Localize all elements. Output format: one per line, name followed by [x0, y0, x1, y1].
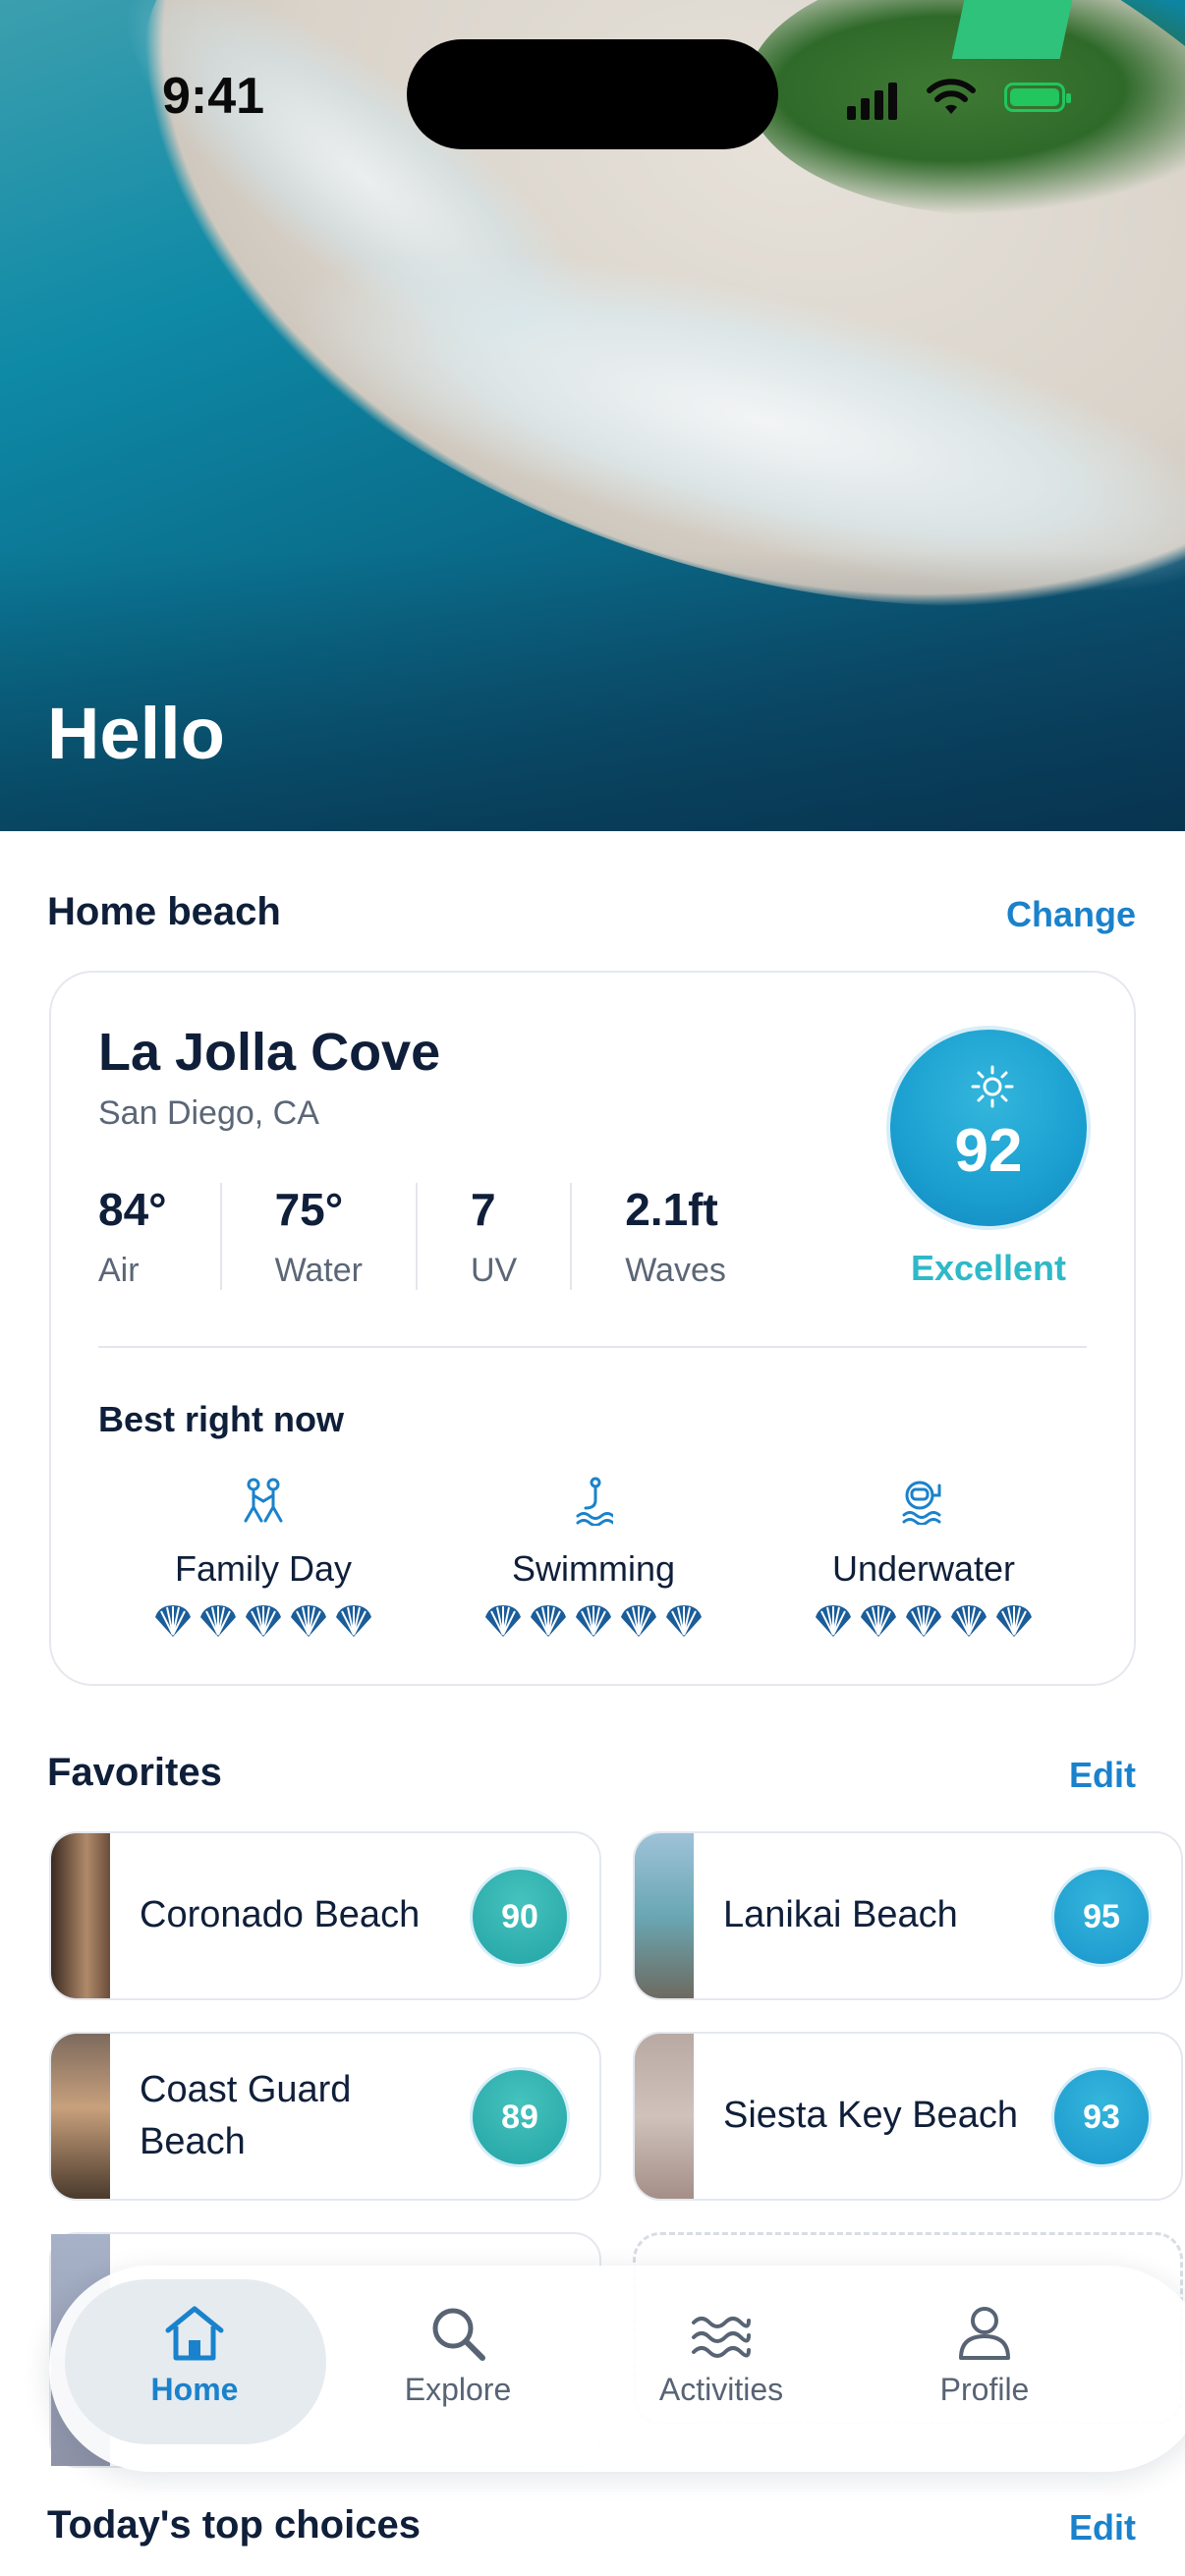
shell-icon [198, 1603, 238, 1644]
greeting: Hello [47, 693, 225, 774]
tab-explore-label: Explore [404, 2372, 512, 2407]
favorite-name: Coronado Beach [140, 1894, 421, 1936]
card-divider [98, 1346, 1087, 1348]
favorite-card[interactable]: Siesta Key Beach 93 [633, 2032, 1183, 2201]
shell-icon [529, 1603, 568, 1644]
metric-air: 84° Air [98, 1183, 222, 1290]
air-temp-value: 84° [98, 1184, 167, 1235]
favorite-card[interactable]: Coronado Beach 90 [49, 1831, 601, 2000]
metric-waves: 2.1ft Waves [625, 1183, 726, 1290]
metric-water: 75° Water [275, 1183, 418, 1290]
top-choices-title: Today's top choices [47, 2503, 421, 2547]
shell-rating [126, 1603, 401, 1644]
shell-icon [949, 1603, 988, 1644]
edit-top-choices-link[interactable]: Edit [1069, 2507, 1136, 2548]
activity-family-day-label: Family Day [174, 1548, 353, 1589]
tab-explore[interactable]: Explore [350, 2301, 566, 2408]
beach-thumbnail [51, 2034, 110, 2199]
metric-uv: 7 UV [470, 1183, 573, 1290]
beach-name: La Jolla Cove [98, 1023, 441, 1082]
shell-icon [904, 1603, 943, 1644]
uv-label: UV [470, 1252, 518, 1289]
hut-roof [951, 0, 1073, 59]
diver-icon [902, 1481, 941, 1525]
home-beach-title: Home beach [47, 890, 281, 933]
conditions-metrics: 84° Air 75° Water 7 UV 2.1ft Waves [98, 1183, 726, 1290]
tab-home-label: Home [150, 2372, 239, 2407]
beach-thumbnail [51, 1833, 110, 1998]
activity-underwater[interactable]: Underwater [786, 1472, 1061, 1644]
tab-activities[interactable]: Activities [613, 2301, 829, 2408]
shell-icon [334, 1603, 373, 1644]
water-temp-value: 75° [274, 1184, 344, 1235]
beach-thumbnail [635, 2034, 694, 2199]
shell-icon [814, 1603, 853, 1644]
tab-profile[interactable]: Profile [876, 2301, 1093, 2408]
sun-icon [971, 1065, 1014, 1108]
shell-icon [664, 1603, 704, 1644]
person-icon [959, 2307, 1010, 2360]
beach-score-value: 92 [954, 1117, 1023, 1185]
dynamic-island [407, 39, 778, 149]
shell-icon [619, 1603, 658, 1644]
home-icon [165, 2306, 224, 2361]
favorite-score-badge: 93 [1051, 2067, 1152, 2167]
best-right-now-title: Best right now [98, 1399, 344, 1439]
shell-rating [456, 1603, 731, 1644]
shell-icon [289, 1603, 328, 1644]
edit-favorites-link[interactable]: Edit [1069, 1755, 1136, 1796]
tab-bar: Home Explore Activities Profile [49, 2266, 1185, 2472]
favorites-title: Favorites [47, 1751, 222, 1794]
battery-icon [1004, 83, 1071, 112]
waves-value: 2.1ft [625, 1184, 718, 1235]
change-home-beach-link[interactable]: Change [1006, 894, 1136, 935]
uv-value: 7 [470, 1184, 496, 1235]
deep-water [0, 550, 1185, 831]
shell-icon [859, 1603, 898, 1644]
favorite-name: Siesta Key Beach [723, 2095, 1018, 2137]
activity-swimming[interactable]: Swimming [456, 1472, 731, 1644]
waves-label: Waves [625, 1252, 726, 1289]
activity-family-day[interactable]: Family Day [126, 1472, 401, 1644]
wifi-icon [927, 79, 976, 114]
search-icon [432, 2308, 485, 2361]
shell-icon [574, 1603, 613, 1644]
favorite-score-badge: 90 [470, 1867, 570, 1967]
status-time: 9:41 [162, 68, 265, 125]
favorite-score-badge: 95 [1051, 1867, 1152, 1967]
waves-icon [692, 2317, 751, 2358]
family-icon [244, 1478, 283, 1523]
favorite-name: Lanikai Beach [723, 1894, 958, 1936]
tab-profile-label: Profile [939, 2372, 1030, 2407]
cellular-signal-icon [847, 83, 897, 120]
beach-score-badge: 92 [886, 1026, 1091, 1230]
water-temp-label: Water [274, 1252, 363, 1289]
shell-icon [994, 1603, 1034, 1644]
shell-rating [786, 1603, 1061, 1644]
favorite-score-badge: 89 [470, 2067, 570, 2167]
air-temp-label: Air [98, 1252, 140, 1289]
home-beach-card[interactable]: La Jolla Cove San Diego, CA 84° Air 75° … [49, 971, 1136, 1686]
tab-activities-label: Activities [658, 2372, 784, 2407]
shell-icon [483, 1603, 523, 1644]
favorite-card[interactable]: Coast Guard Beach 89 [49, 2032, 601, 2201]
beach-thumbnail [635, 1833, 694, 1998]
activity-swimming-label: Swimming [511, 1548, 676, 1589]
favorite-card[interactable]: Lanikai Beach 95 [633, 1831, 1183, 2000]
shell-icon [244, 1603, 283, 1644]
favorite-name: Coast Guard Beach [140, 2068, 352, 2162]
beach-score-label: Excellent [910, 1248, 1067, 1288]
status-icons [847, 77, 1073, 120]
shell-icon [153, 1603, 193, 1644]
swimmer-icon [576, 1477, 613, 1526]
beach-location: San Diego, CA [98, 1094, 319, 1132]
tab-home[interactable]: Home [86, 2301, 303, 2408]
activity-underwater-label: Underwater [831, 1548, 1016, 1589]
